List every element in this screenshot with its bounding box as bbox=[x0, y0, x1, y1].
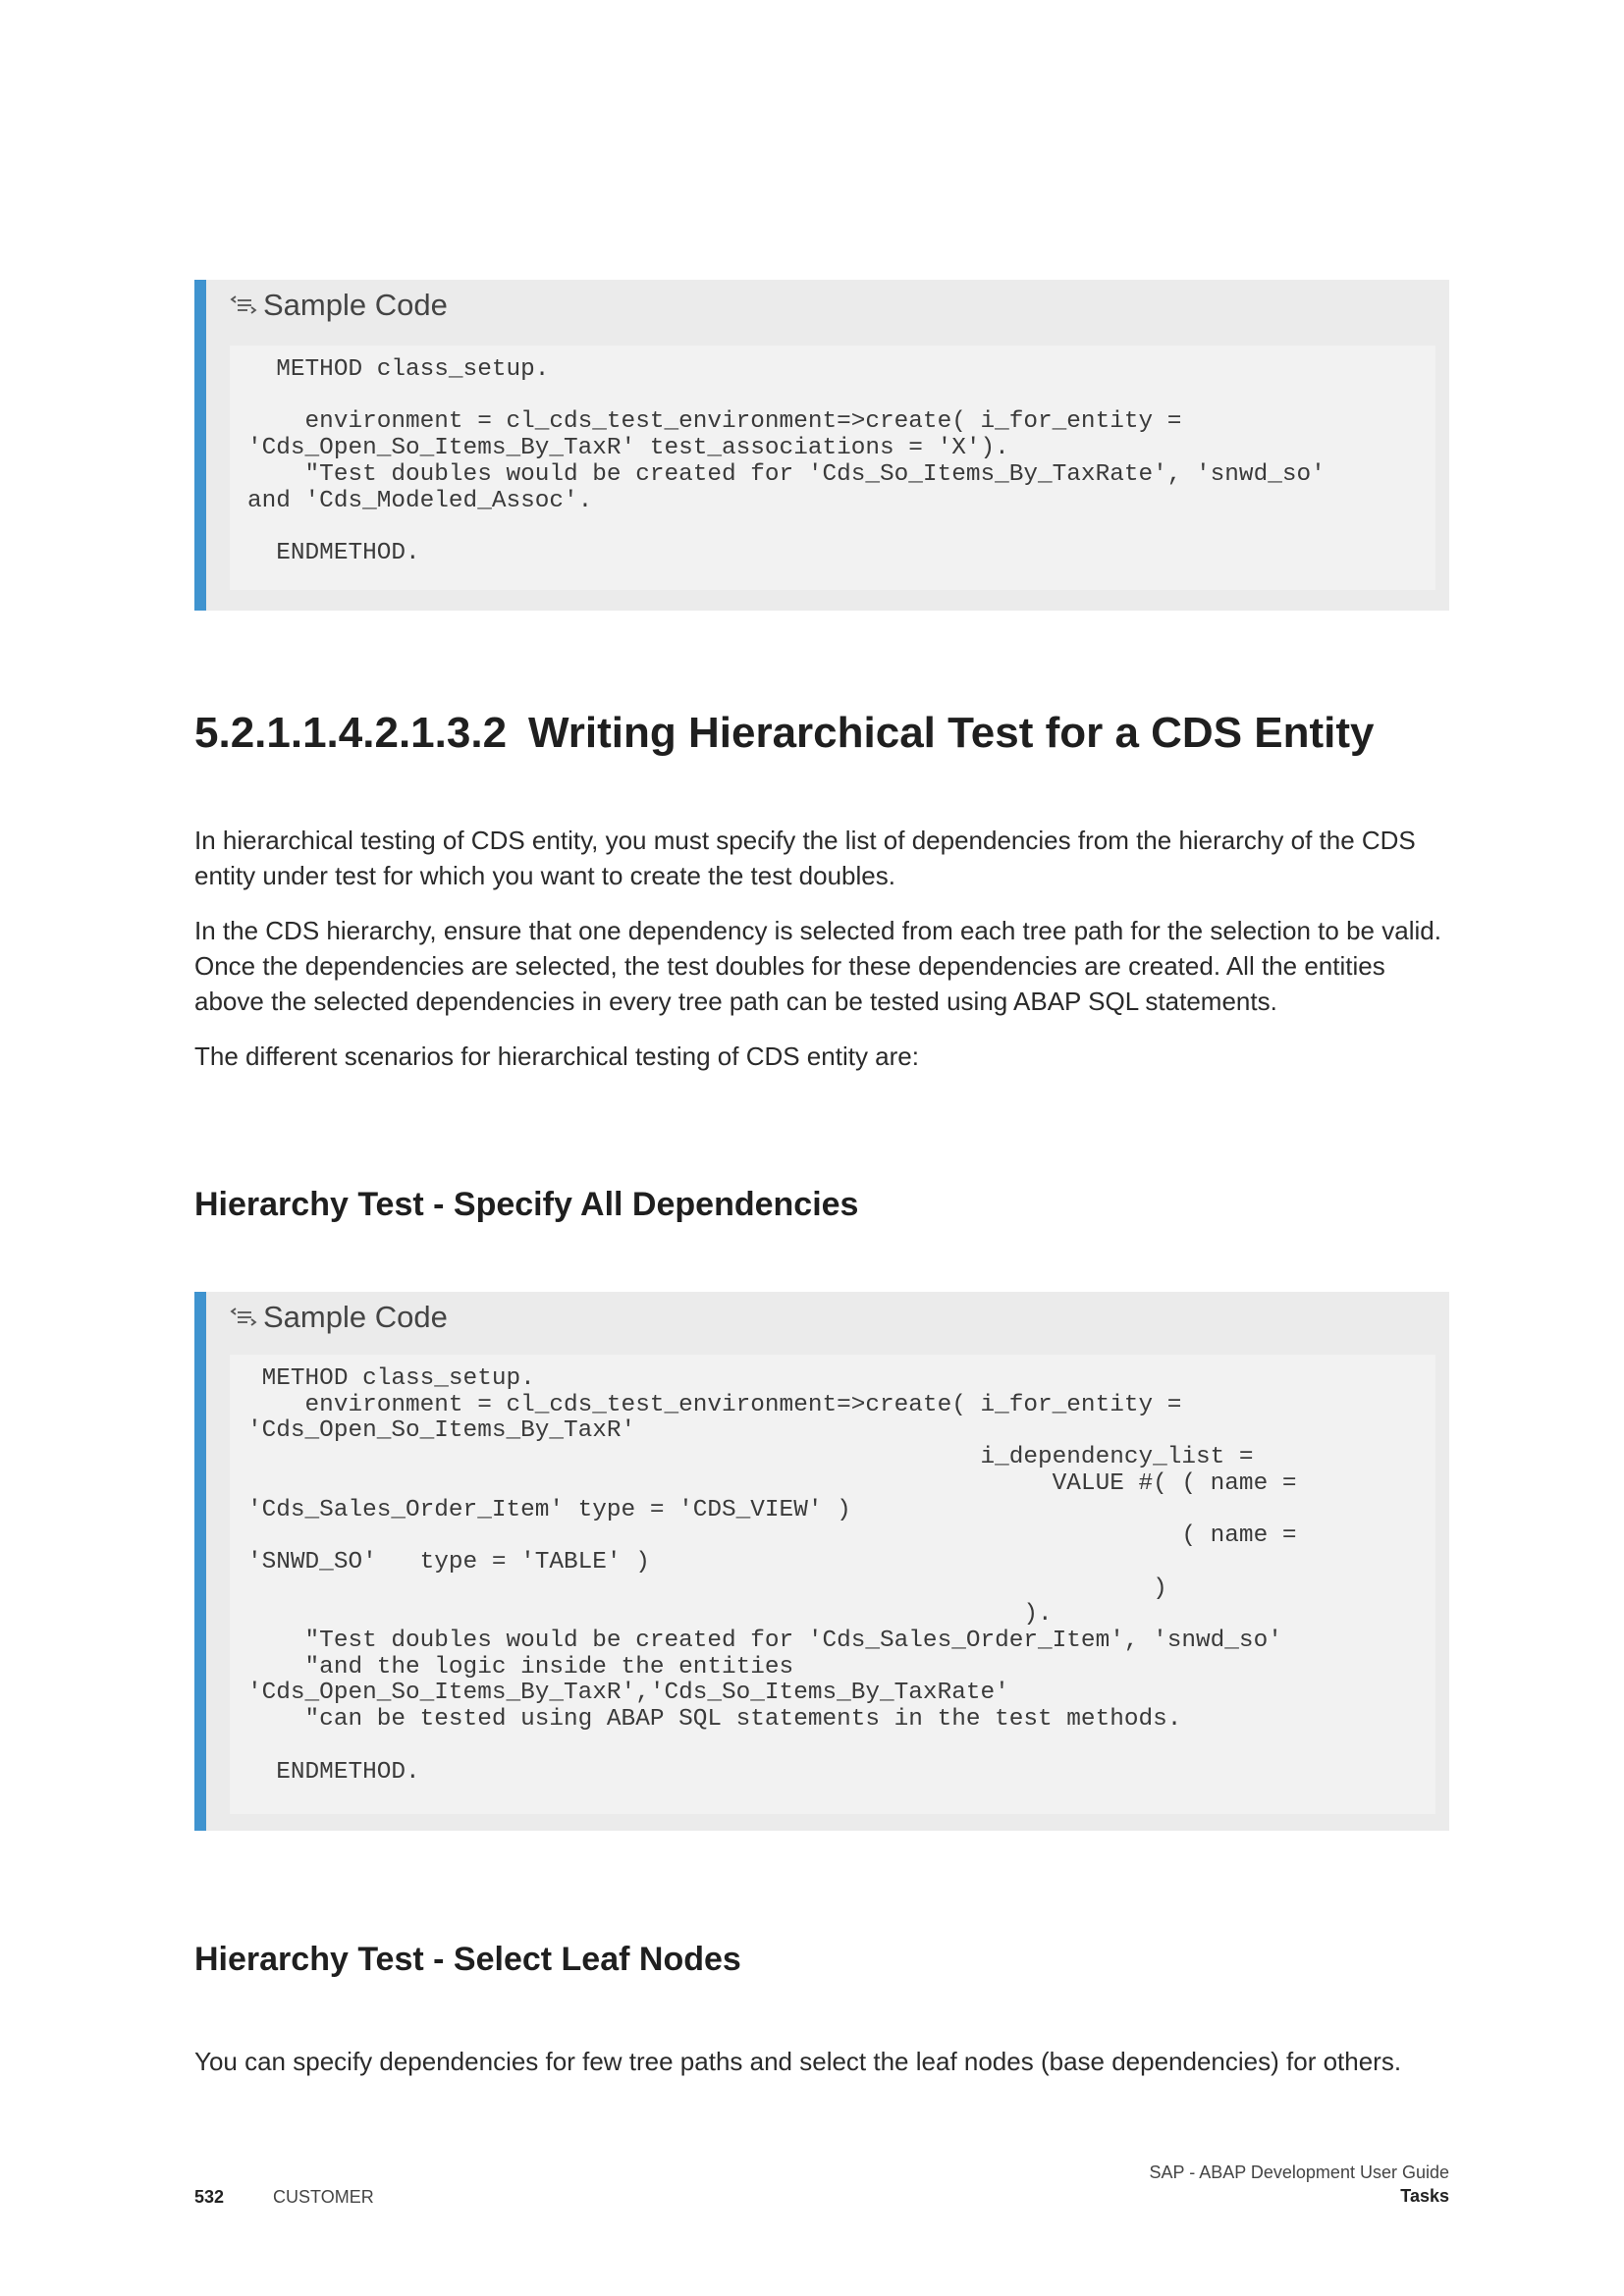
paragraph: In the CDS hierarchy, ensure that one de… bbox=[194, 916, 1441, 1016]
document-title: SAP - ABAP Development User Guide bbox=[1149, 2163, 1450, 2182]
page-footer-left: 532 CUSTOMER bbox=[194, 2187, 374, 2208]
sample-code-icon bbox=[230, 1304, 257, 1331]
code-listing: METHOD class_setup. environment = cl_cds… bbox=[230, 1355, 1435, 1814]
paragraph: In hierarchical testing of CDS entity, y… bbox=[194, 826, 1416, 890]
paragraph: The different scenarios for hierarchical… bbox=[194, 1041, 919, 1071]
document-page: Sample Code METHOD class_setup. environm… bbox=[0, 0, 1624, 2296]
code-text: METHOD class_setup. environment = cl_cds… bbox=[247, 356, 1326, 566]
page-number: 532 bbox=[194, 2187, 225, 2207]
section-heading: 5.2.1.1.4.2.1.3.2 Writing Hierarchical Te… bbox=[194, 709, 1374, 758]
sample-code-icon bbox=[230, 292, 257, 319]
paragraph: You can specify dependencies for few tre… bbox=[194, 2047, 1402, 2076]
classification-label: CUSTOMER bbox=[273, 2187, 374, 2207]
page-footer-right: SAP - ABAP Development User Guide Tasks bbox=[1150, 2161, 1450, 2208]
sample-code-header: Sample Code bbox=[230, 1298, 448, 1337]
section-number: 5.2.1.1.4.2.1.3.2 bbox=[194, 709, 508, 757]
code-listing: METHOD class_setup. environment = cl_cds… bbox=[230, 346, 1435, 590]
subheading: Hierarchy Test - Specify All Dependencie… bbox=[194, 1186, 859, 1223]
section-title: Writing Hierarchical Test for a CDS Enti… bbox=[528, 709, 1375, 757]
sample-code-box: Sample Code METHOD class_setup. environm… bbox=[194, 280, 1449, 611]
sample-code-header: Sample Code bbox=[230, 286, 448, 325]
code-text: METHOD class_setup. environment = cl_cds… bbox=[247, 1365, 1297, 1786]
subheading: Hierarchy Test - Select Leaf Nodes bbox=[194, 1941, 741, 1978]
sample-code-box: Sample Code METHOD class_setup. environm… bbox=[194, 1292, 1449, 1831]
sample-code-title: Sample Code bbox=[263, 1300, 448, 1334]
sample-code-title: Sample Code bbox=[263, 288, 448, 322]
chapter-name: Tasks bbox=[1400, 2186, 1449, 2206]
